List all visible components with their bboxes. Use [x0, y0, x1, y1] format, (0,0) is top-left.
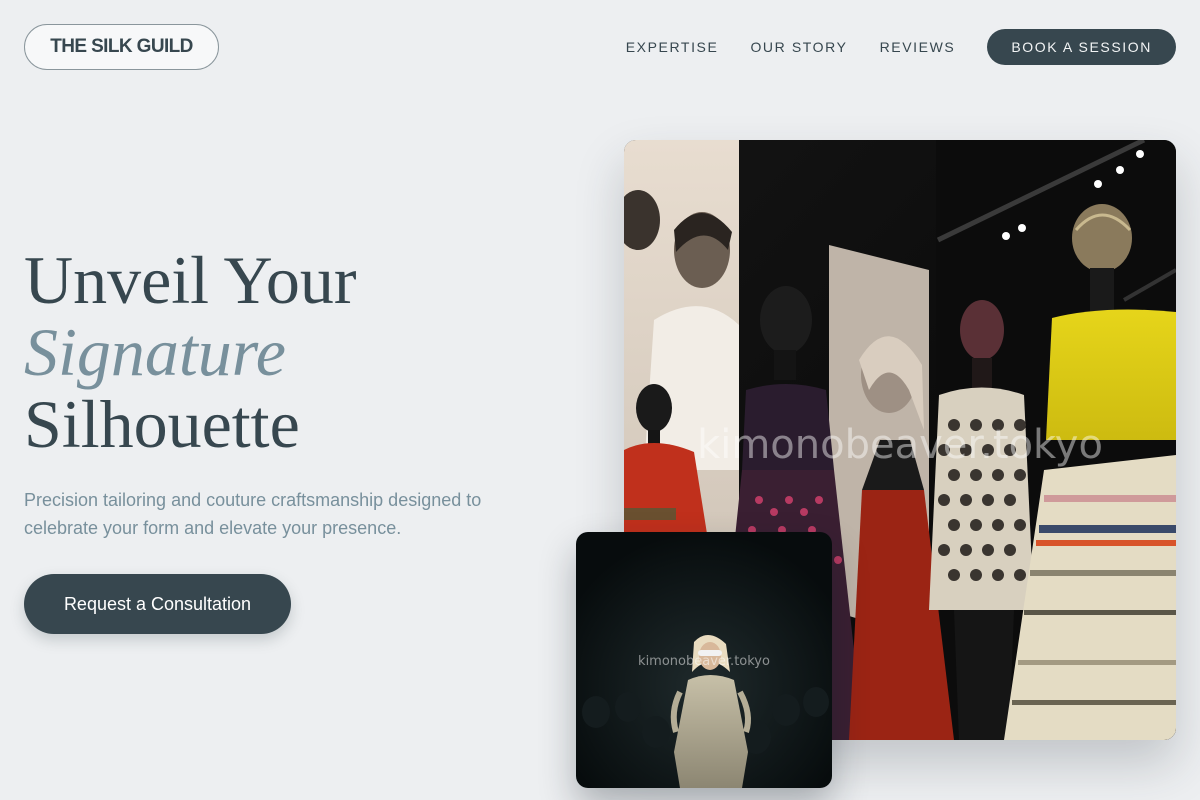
nav-link-expertise[interactable]: EXPERTISE [626, 39, 719, 55]
nav-link-our-story[interactable]: OUR STORY [750, 39, 847, 55]
headline-line-3: Silhouette [24, 386, 300, 462]
main-watermark: kimonobeaver.tokyo [697, 422, 1103, 468]
runway-photo: kimonobeaver.tokyo [576, 532, 832, 788]
runway-illustration: kimonobeaver.tokyo [576, 532, 832, 788]
headline-line-1: Unveil Your [24, 242, 357, 318]
brand-logo[interactable]: THE SILK GUILD [24, 24, 219, 70]
hero-headline: Unveil Your Signature Silhouette [24, 244, 357, 460]
main-nav: EXPERTISE OUR STORY REVIEWS BOOK A SESSI… [626, 29, 1176, 65]
inset-watermark: kimonobeaver.tokyo [638, 654, 770, 669]
book-session-button[interactable]: BOOK A SESSION [987, 29, 1176, 65]
nav-link-reviews[interactable]: REVIEWS [880, 39, 956, 55]
hero-subcopy: Precision tailoring and couture craftsma… [24, 490, 482, 538]
request-consultation-button[interactable]: Request a Consultation [24, 574, 291, 634]
headline-accent: Signature [24, 314, 286, 390]
